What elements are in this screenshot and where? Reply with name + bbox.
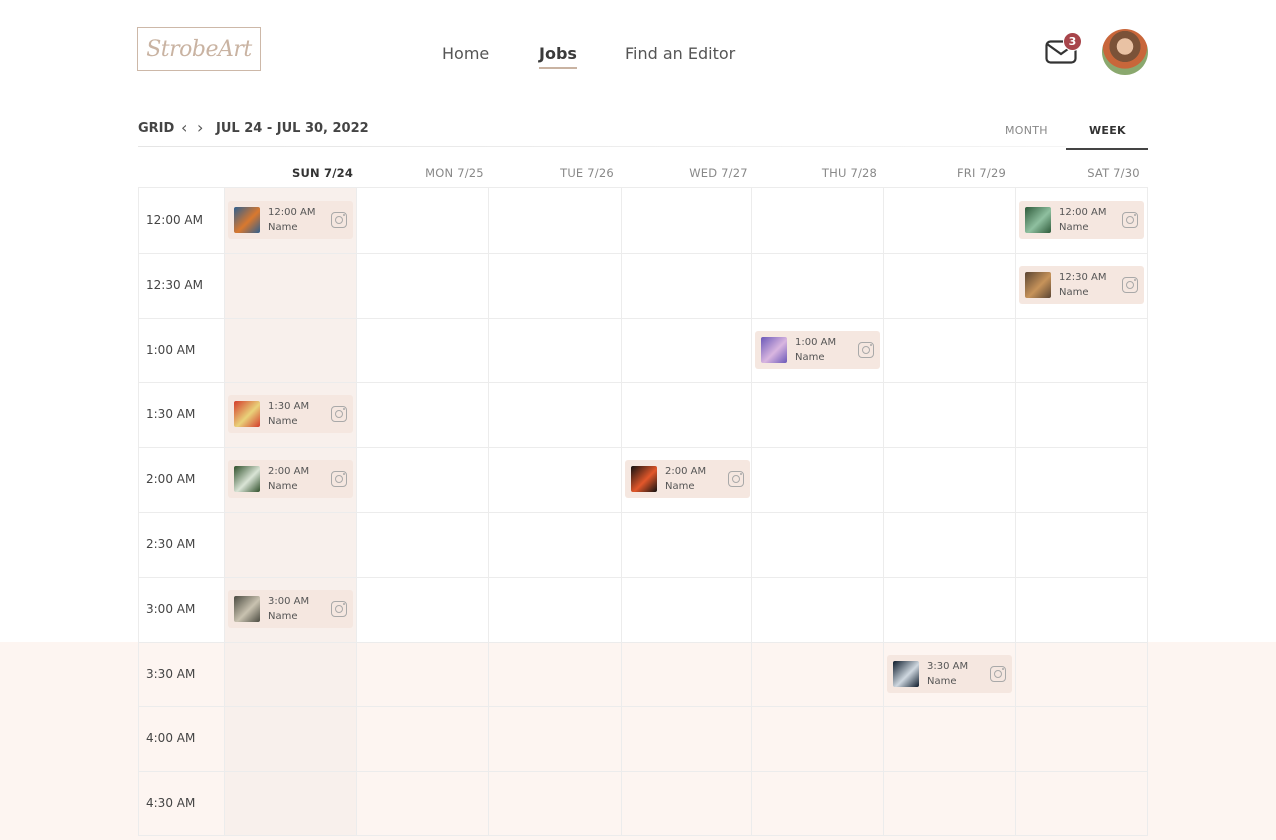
- event-name: Name: [268, 416, 298, 427]
- grid-row-divider: [138, 382, 1148, 383]
- instagram-icon[interactable]: [1122, 277, 1138, 293]
- event-thumbnail: [234, 401, 260, 427]
- event-name: Name: [1059, 222, 1089, 233]
- time-slot-label: 2:00 AM: [146, 472, 196, 486]
- grid-row-divider: [138, 253, 1148, 254]
- calendar-event[interactable]: 3:30 AM Name: [887, 655, 1012, 693]
- calendar-event[interactable]: 1:30 AM Name: [228, 395, 353, 433]
- event-thumbnail: [234, 596, 260, 622]
- day-header-thu: THU 7/28: [821, 166, 878, 180]
- day-header-fri: FRI 7/29: [956, 166, 1007, 180]
- instagram-icon[interactable]: [990, 666, 1006, 682]
- nav-jobs-link[interactable]: Jobs: [539, 44, 577, 69]
- event-thumbnail: [631, 466, 657, 492]
- event-name: Name: [268, 611, 298, 622]
- instagram-icon[interactable]: [331, 406, 347, 422]
- avatar[interactable]: [1102, 29, 1148, 75]
- event-name: Name: [268, 481, 298, 492]
- active-tab-indicator: [1066, 148, 1148, 150]
- time-slot-label: 4:30 AM: [146, 796, 196, 810]
- event-thumbnail: [761, 337, 787, 363]
- grid-row-divider: [138, 512, 1148, 513]
- time-slot-label: 3:00 AM: [146, 602, 196, 616]
- event-time: 12:00 AM: [268, 207, 316, 218]
- tab-month[interactable]: MONTH: [1005, 124, 1048, 137]
- time-slot-label: 12:30 AM: [146, 278, 203, 292]
- calendar-event[interactable]: 12:00 AM Name: [228, 201, 353, 239]
- chevron-right-icon[interactable]: ›: [197, 118, 203, 137]
- main-nav: Home Jobs Find an Editor: [0, 44, 1276, 69]
- nav-find-editor-link[interactable]: Find an Editor: [625, 44, 735, 63]
- event-name: Name: [927, 676, 957, 687]
- time-slot-label: 1:30 AM: [146, 407, 196, 421]
- event-time: 12:00 AM: [1059, 207, 1107, 218]
- notification-badge: 3: [1063, 32, 1082, 51]
- time-slot-label: 4:00 AM: [146, 731, 196, 745]
- instagram-icon[interactable]: [728, 471, 744, 487]
- day-header-mon: MON 7/25: [425, 166, 484, 180]
- grid-row-divider: [138, 447, 1148, 448]
- event-thumbnail: [1025, 207, 1051, 233]
- nav-home-link[interactable]: Home: [442, 44, 489, 63]
- instagram-icon[interactable]: [331, 212, 347, 228]
- event-thumbnail: [234, 207, 260, 233]
- chevron-left-icon[interactable]: ‹: [181, 118, 187, 137]
- event-time: 3:30 AM: [927, 661, 969, 672]
- event-time: 3:00 AM: [268, 596, 310, 607]
- event-time: 1:30 AM: [268, 401, 310, 412]
- calendar-event[interactable]: 12:30 AM Name: [1019, 266, 1144, 304]
- grid-row-divider: [138, 771, 1148, 772]
- event-time: 1:00 AM: [795, 337, 837, 348]
- day-header-sat: SAT 7/30: [1087, 166, 1140, 180]
- time-slot-label: 3:30 AM: [146, 667, 196, 681]
- instagram-icon[interactable]: [331, 601, 347, 617]
- grid-row-divider: [138, 318, 1148, 319]
- time-slot-label: 2:30 AM: [146, 537, 196, 551]
- day-header-wed: WED 7/27: [689, 166, 748, 180]
- toolbar-divider: [138, 146, 1066, 147]
- instagram-icon[interactable]: [331, 471, 347, 487]
- grid-view-toggle[interactable]: GRID: [138, 121, 174, 136]
- event-name: Name: [665, 481, 695, 492]
- instagram-icon[interactable]: [858, 342, 874, 358]
- day-header-sun: SUN 7/24: [291, 166, 354, 180]
- calendar-event[interactable]: 3:00 AM Name: [228, 590, 353, 628]
- event-thumbnail: [1025, 272, 1051, 298]
- grid-row-divider: [138, 577, 1148, 578]
- tab-week[interactable]: WEEK: [1089, 124, 1126, 137]
- time-slot-label: 12:00 AM: [146, 213, 203, 227]
- calendar-event[interactable]: 12:00 AM Name: [1019, 201, 1144, 239]
- event-time: 12:30 AM: [1059, 272, 1107, 283]
- day-header-tue: TUE 7/26: [560, 166, 614, 180]
- event-time: 2:00 AM: [665, 466, 707, 477]
- grid-row-divider: [138, 706, 1148, 707]
- event-name: Name: [795, 352, 825, 363]
- date-range-label: JUL 24 - JUL 30, 2022: [216, 121, 369, 136]
- event-thumbnail: [893, 661, 919, 687]
- time-slot-label: 1:00 AM: [146, 343, 196, 357]
- event-thumbnail: [234, 466, 260, 492]
- event-name: Name: [1059, 287, 1089, 298]
- event-time: 2:00 AM: [268, 466, 310, 477]
- calendar-event[interactable]: 2:00 AM Name: [228, 460, 353, 498]
- calendar-event[interactable]: 2:00 AM Name: [625, 460, 750, 498]
- instagram-icon[interactable]: [1122, 212, 1138, 228]
- grid-row-divider: [138, 642, 1148, 643]
- app-root: StrobeArt Home Jobs Find an Editor 3 GRI…: [0, 0, 1276, 840]
- event-name: Name: [268, 222, 298, 233]
- calendar-event[interactable]: 1:00 AM Name: [755, 331, 880, 369]
